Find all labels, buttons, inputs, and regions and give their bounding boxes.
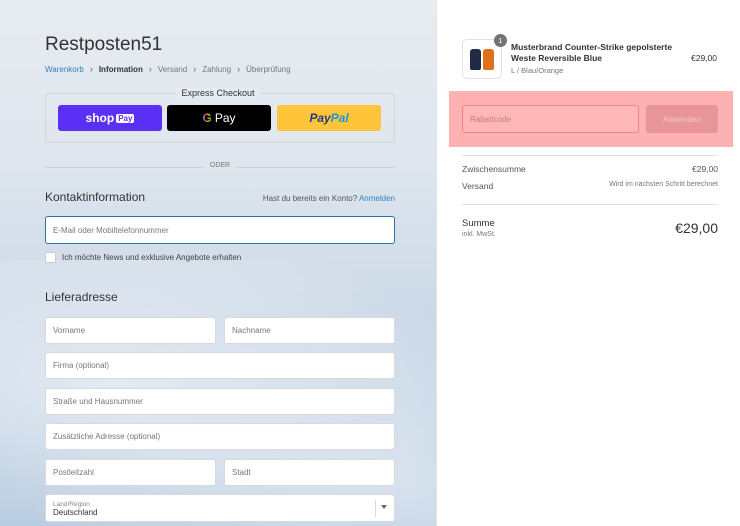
shipping-value: Wird im nächsten Schritt berechnet <box>609 181 718 188</box>
street-placeholder: Straße und Hausnummer <box>53 397 143 406</box>
checkout-main: Restposten51 Warenkorb › Information › V… <box>0 0 436 526</box>
city-field[interactable]: Stadt <box>224 459 395 486</box>
select-divider <box>375 500 376 517</box>
chevron-right-icon: › <box>148 64 152 74</box>
shop-pay-logo: shop <box>85 111 115 125</box>
total-tax-note: inkl. MwSt. <box>462 231 496 238</box>
product-price: €29,00 <box>691 53 717 63</box>
breadcrumb-information: Information <box>98 64 143 74</box>
total-value: €29,00 <box>675 220 718 236</box>
product-name: Musterbrand Counter-Strike gepolsterte W… <box>511 42 673 63</box>
shipping-title: Lieferadresse <box>45 290 118 304</box>
paypal-logo-part2: Pal <box>330 111 349 125</box>
breadcrumb-warenkorb[interactable]: Warenkorb <box>45 65 84 74</box>
company-field[interactable]: Firma (optional) <box>45 352 395 379</box>
paypal-logo-part1: Pay <box>309 111 331 125</box>
country-label: Land/Region <box>53 500 90 508</box>
chevron-right-icon: › <box>89 64 93 74</box>
country-select[interactable]: Land/Region Deutschland <box>45 494 395 522</box>
product-variant: L / Blau/Orange <box>511 66 564 75</box>
company-placeholder: Firma (optional) <box>53 361 110 370</box>
email-field[interactable]: E-Mail oder Mobiltelefonnummer <box>45 216 395 244</box>
country-value: Deutschland <box>53 507 98 517</box>
zip-field[interactable]: Postleitzahl <box>45 459 216 486</box>
first-name-field[interactable]: Vorname <box>45 317 216 344</box>
shipping-label: Versand <box>462 181 494 191</box>
shop-pay-button[interactable]: shop Pay <box>58 105 162 131</box>
email-placeholder: E-Mail oder Mobiltelefonnummer <box>53 225 169 235</box>
contact-title: Kontaktinformation <box>45 190 146 204</box>
shop-name[interactable]: Restposten51 <box>45 34 162 56</box>
shop-pay-badge: Pay <box>116 113 135 123</box>
city-placeholder: Stadt <box>232 468 251 477</box>
zip-placeholder: Postleitzahl <box>53 468 94 477</box>
subtotal-label: Zwischensumme <box>462 164 526 174</box>
street-field[interactable]: Straße und Hausnummer <box>45 388 395 415</box>
quantity-badge: 1 <box>494 34 507 47</box>
last-name-field[interactable]: Nachname <box>224 317 395 344</box>
chevron-right-icon: › <box>237 64 241 74</box>
vest-blue-image <box>470 48 481 70</box>
breadcrumb-ueberpruefung: Überprüfung <box>246 64 291 74</box>
vest-orange-image <box>483 48 494 70</box>
total-label: Summe <box>462 218 495 229</box>
chevron-down-icon <box>381 505 387 509</box>
or-divider: ODER <box>45 162 395 169</box>
apply-discount-button[interactable]: Anwenden <box>646 105 718 133</box>
summary-divider <box>462 155 718 156</box>
login-question: Hast du bereits ein Konto? <box>262 194 358 203</box>
login-hint: Hast du bereits ein Konto? Anmelden <box>263 194 395 203</box>
discount-placeholder: Rabattcode <box>470 114 511 124</box>
chevron-right-icon: › <box>193 64 197 74</box>
google-pay-button[interactable]: G Pay <box>167 105 271 131</box>
newsletter-checkbox[interactable] <box>45 252 56 263</box>
subtotal-value: €29,00 <box>692 164 718 174</box>
last-name-placeholder: Nachname <box>232 326 271 335</box>
newsletter-row: Ich möchte News und exklusive Angebote e… <box>45 252 241 263</box>
breadcrumb: Warenkorb › Information › Versand › Zahl… <box>45 64 291 74</box>
newsletter-label: Ich möchte News und exklusive Angebote e… <box>62 253 242 262</box>
breadcrumb-zahlung: Zahlung <box>202 64 232 74</box>
address2-placeholder: Zusätzliche Adresse (optional) <box>53 432 161 441</box>
express-checkout-title: Express Checkout <box>0 88 436 98</box>
login-link[interactable]: Anmelden <box>359 194 395 203</box>
summary-divider <box>462 204 718 205</box>
or-label: ODER <box>203 162 237 169</box>
shipping-row: Versand Wird im nächsten Schritt berechn… <box>462 181 718 191</box>
subtotal-row: Zwischensumme €29,00 <box>462 164 718 174</box>
address2-field[interactable]: Zusätzliche Adresse (optional) <box>45 423 395 450</box>
breadcrumb-versand: Versand <box>157 64 188 74</box>
discount-code-field[interactable]: Rabattcode <box>462 105 639 133</box>
google-pay-label: Pay <box>214 111 236 125</box>
paypal-button[interactable]: Pay Pal <box>277 105 381 131</box>
google-g-icon: G <box>202 111 212 125</box>
first-name-placeholder: Vorname <box>53 326 86 335</box>
